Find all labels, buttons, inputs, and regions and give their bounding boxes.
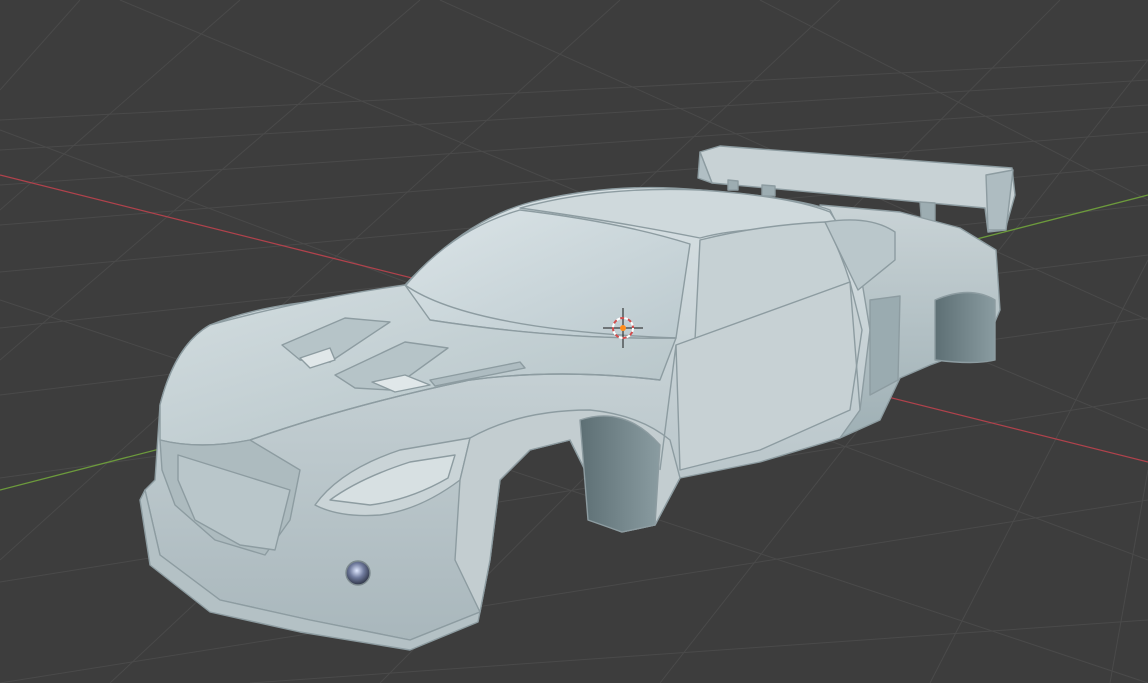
viewport-canvas[interactable] (0, 0, 1148, 683)
fog-light (345, 560, 371, 586)
3d-viewport[interactable] (0, 0, 1148, 683)
car-body-mesh[interactable] (139, 145, 1016, 651)
